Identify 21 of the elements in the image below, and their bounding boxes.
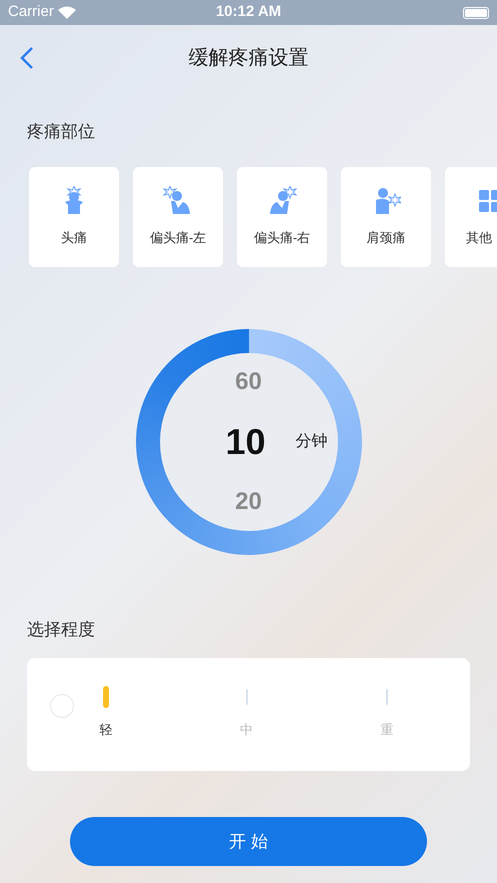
battery-icon (463, 6, 489, 18)
picker-value: 20 (235, 490, 262, 514)
figure-icon (267, 186, 297, 216)
start-button[interactable]: 开 始 (70, 817, 427, 866)
pain-area-card[interactable]: 其他 (445, 166, 497, 266)
section-title: 疼痛部位 (27, 121, 96, 143)
pain-area-card[interactable]: 偏头痛-右 (237, 166, 327, 266)
pain-area-card[interactable]: 肩颈痛 (341, 166, 431, 266)
pain-area-card[interactable]: 头痛 (29, 166, 119, 266)
page-title: 缓解疼痛设置 (188, 46, 308, 71)
pain-area-card[interactable]: 偏头痛-左 (133, 166, 223, 266)
carrier-label: Carrier (8, 2, 54, 22)
wifi-icon (58, 6, 76, 19)
grid-icon (478, 188, 497, 213)
picker-value: 60 (235, 370, 262, 394)
unit-label: 分钟 (296, 432, 328, 452)
picker-value: 10 (225, 424, 266, 460)
section-title: 选择程度 (27, 618, 96, 640)
intensity-option[interactable]: 轻 (93, 686, 119, 740)
status-time: 10:12 AM (216, 2, 282, 22)
figure-icon (163, 186, 193, 216)
